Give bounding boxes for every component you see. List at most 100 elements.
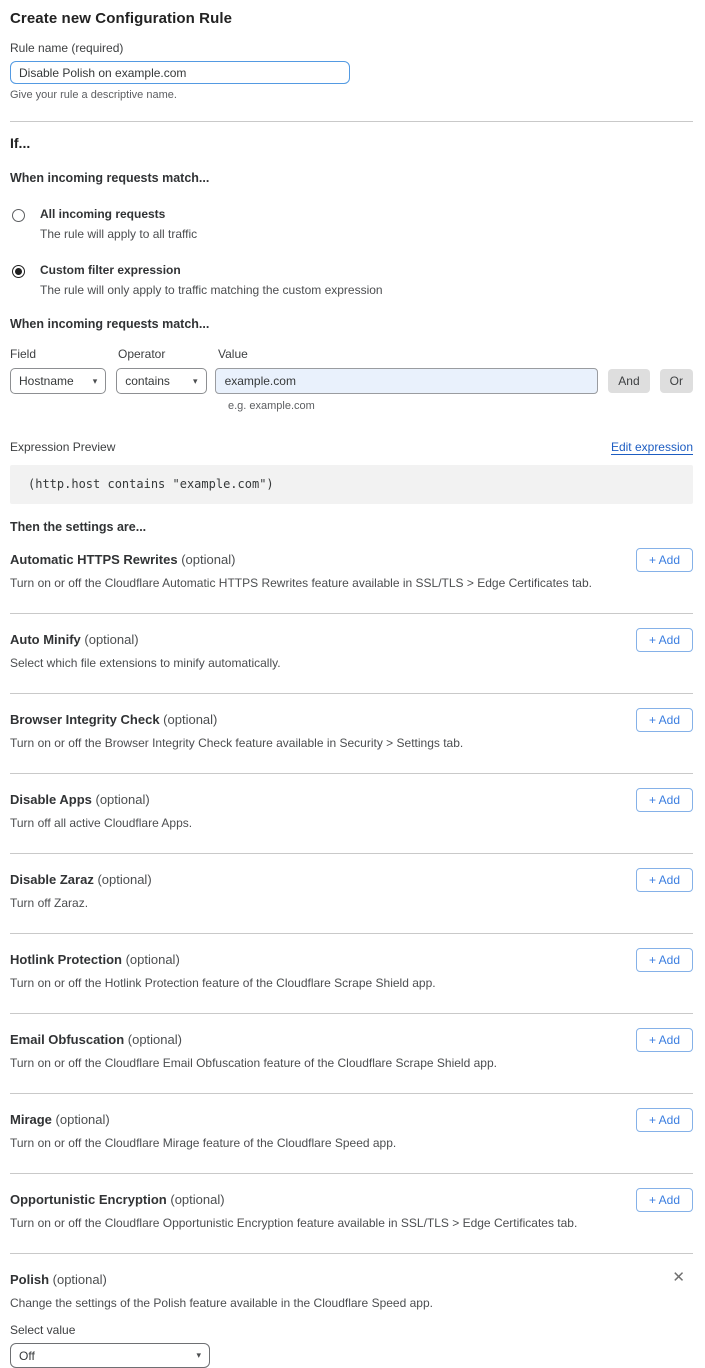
polish-value-select[interactable]: Off ▾ <box>10 1343 210 1368</box>
divider <box>10 121 693 122</box>
chevron-down-icon: ▾ <box>196 1350 201 1361</box>
setting-description: Turn off all active Cloudflare Apps. <box>10 816 610 830</box>
setting-title: Automatic HTTPS Rewrites (optional) <box>10 552 693 567</box>
or-button[interactable]: Or <box>660 369 693 393</box>
expression-preview-header: Expression Preview Edit expression <box>10 440 693 455</box>
value-helper: e.g. example.com <box>228 400 693 412</box>
setting-row: Browser Integrity Check (optional) + Add… <box>10 694 693 774</box>
setting-optional-label: (optional) <box>163 712 217 727</box>
setting-name: Mirage <box>10 1112 52 1127</box>
setting-row: Email Obfuscation (optional) + Add Turn … <box>10 1014 693 1094</box>
setting-title: Disable Apps (optional) <box>10 792 693 807</box>
setting-row: Disable Apps (optional) + Add Turn off a… <box>10 774 693 854</box>
setting-description: Turn on or off the Cloudflare Email Obfu… <box>10 1056 610 1070</box>
rule-name-label: Rule name (required) <box>10 41 693 55</box>
setting-name: Hotlink Protection <box>10 952 122 967</box>
setting-optional-label: (optional) <box>97 872 151 887</box>
setting-description: Turn on or off the Cloudflare Opportunis… <box>10 1216 610 1230</box>
setting-optional-label: (optional) <box>96 792 150 807</box>
operator-select-value: contains <box>125 374 170 388</box>
setting-description: Turn on or off the Browser Integrity Che… <box>10 736 610 750</box>
match-heading: When incoming requests match... <box>10 171 693 185</box>
polish-select-value: Off <box>19 1349 35 1363</box>
setting-optional-label: (optional) <box>84 632 138 647</box>
operator-label: Operator <box>118 347 218 361</box>
setting-optional-label: (optional) <box>181 552 235 567</box>
setting-row: Hotlink Protection (optional) + Add Turn… <box>10 934 693 1014</box>
setting-title: Disable Zaraz (optional) <box>10 872 693 887</box>
select-value-label: Select value <box>10 1323 693 1337</box>
chevron-down-icon: ▾ <box>93 376 98 387</box>
setting-optional-label: (optional) <box>53 1272 107 1287</box>
add-button[interactable]: + Add <box>636 548 693 572</box>
edit-expression-link[interactable]: Edit expression <box>611 440 693 455</box>
radio-button[interactable] <box>12 265 25 278</box>
add-button[interactable]: + Add <box>636 628 693 652</box>
add-button[interactable]: + Add <box>636 948 693 972</box>
setting-name: Disable Zaraz <box>10 872 94 887</box>
chevron-down-icon: ▾ <box>193 376 198 387</box>
setting-optional-label: (optional) <box>56 1112 110 1127</box>
radio-option-label: All incoming requests <box>40 207 197 221</box>
and-button[interactable]: And <box>608 369 649 393</box>
add-button[interactable]: + Add <box>636 868 693 892</box>
setting-title: Polish (optional) <box>10 1272 693 1287</box>
operator-select[interactable]: contains ▾ <box>116 368 206 394</box>
setting-name: Browser Integrity Check <box>10 712 160 727</box>
add-button[interactable]: + Add <box>636 1188 693 1212</box>
setting-row: Mirage (optional) + Add Turn on or off t… <box>10 1094 693 1174</box>
setting-description: Turn on or off the Hotlink Protection fe… <box>10 976 610 990</box>
setting-description: Turn on or off the Cloudflare Automatic … <box>10 576 610 590</box>
add-button[interactable]: + Add <box>636 1028 693 1052</box>
setting-row: Opportunistic Encryption (optional) + Ad… <box>10 1174 693 1254</box>
then-settings-heading: Then the settings are... <box>10 520 693 534</box>
setting-description: Turn off Zaraz. <box>10 896 610 910</box>
value-label: Value <box>218 347 248 361</box>
setting-name: Email Obfuscation <box>10 1032 124 1047</box>
radio-dot <box>15 268 22 275</box>
radio-button[interactable] <box>12 209 25 222</box>
radio-option-description: The rule will only apply to traffic matc… <box>40 283 383 297</box>
setting-row: Auto Minify (optional) + Add Select whic… <box>10 614 693 694</box>
expression-builder-row: Hostname ▾ contains ▾ And Or <box>10 368 693 394</box>
close-icon[interactable]: ✕ <box>672 1270 685 1285</box>
setting-row: Automatic HTTPS Rewrites (optional) + Ad… <box>10 534 693 614</box>
setting-row-polish: Polish (optional) ✕ Change the settings … <box>10 1254 693 1368</box>
field-label: Field <box>10 347 118 361</box>
setting-title: Browser Integrity Check (optional) <box>10 712 693 727</box>
radio-option-all-incoming-requests[interactable]: All incoming requests The rule will appl… <box>10 207 693 241</box>
setting-description: Change the settings of the Polish featur… <box>10 1296 610 1310</box>
field-select-value: Hostname <box>19 374 74 388</box>
setting-name: Automatic HTTPS Rewrites <box>10 552 178 567</box>
page-title: Create new Configuration Rule <box>10 10 693 27</box>
radio-option-label: Custom filter expression <box>40 263 383 277</box>
expression-builder-labels: Field Operator Value <box>10 347 693 361</box>
expression-builder-heading: When incoming requests match... <box>10 317 693 331</box>
field-select[interactable]: Hostname ▾ <box>10 368 106 394</box>
rule-name-helper: Give your rule a descriptive name. <box>10 89 693 101</box>
setting-title: Mirage (optional) <box>10 1112 693 1127</box>
radio-option-description: The rule will apply to all traffic <box>40 227 197 241</box>
setting-row: Disable Zaraz (optional) + Add Turn off … <box>10 854 693 934</box>
setting-optional-label: (optional) <box>126 952 180 967</box>
setting-optional-label: (optional) <box>128 1032 182 1047</box>
add-button[interactable]: + Add <box>636 1108 693 1132</box>
setting-name: Opportunistic Encryption <box>10 1192 167 1207</box>
setting-name: Disable Apps <box>10 792 92 807</box>
add-button[interactable]: + Add <box>636 708 693 732</box>
setting-description: Select which file extensions to minify a… <box>10 656 610 670</box>
add-button[interactable]: + Add <box>636 788 693 812</box>
setting-title: Auto Minify (optional) <box>10 632 693 647</box>
radio-option-custom-filter-expression[interactable]: Custom filter expression The rule will o… <box>10 263 693 297</box>
value-input[interactable] <box>215 368 599 394</box>
setting-name: Auto Minify <box>10 632 81 647</box>
setting-name: Polish <box>10 1272 49 1287</box>
setting-description: Turn on or off the Cloudflare Mirage fea… <box>10 1136 610 1150</box>
setting-title: Email Obfuscation (optional) <box>10 1032 693 1047</box>
settings-list: Automatic HTTPS Rewrites (optional) + Ad… <box>10 534 693 1254</box>
rule-name-input[interactable] <box>10 61 350 84</box>
setting-optional-label: (optional) <box>170 1192 224 1207</box>
expression-preview-code: (http.host contains "example.com") <box>10 465 693 504</box>
expression-preview-label: Expression Preview <box>10 440 115 454</box>
if-heading: If... <box>10 135 693 151</box>
